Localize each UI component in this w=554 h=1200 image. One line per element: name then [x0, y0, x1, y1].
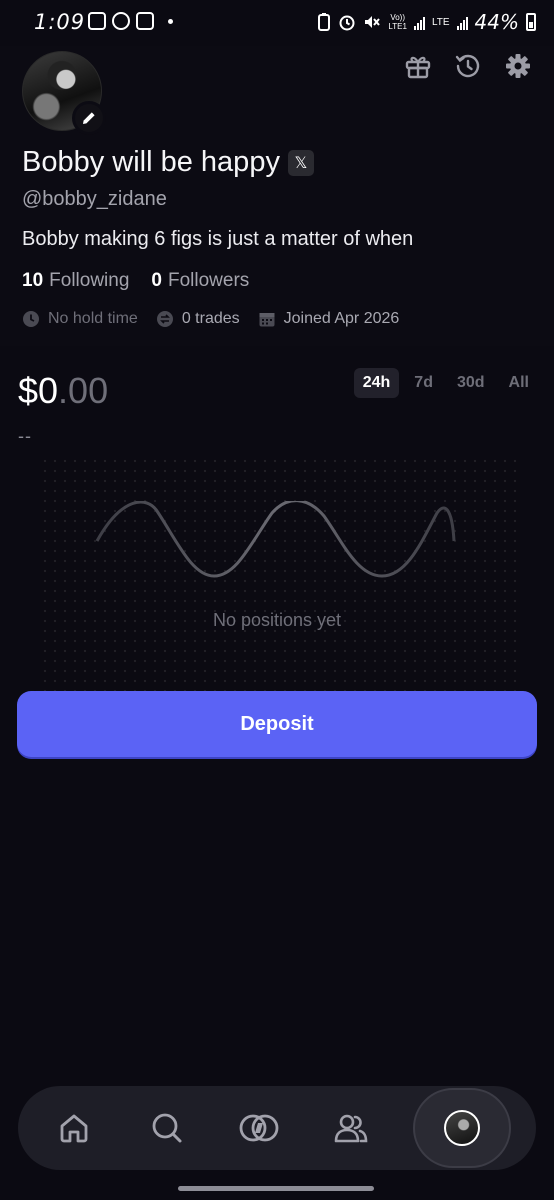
header-actions	[404, 52, 532, 80]
status-bar: 1:09 Vo)) LTE1 LTE 44%	[0, 0, 554, 46]
x-link-badge[interactable]: 𝕏	[287, 149, 314, 176]
range-7d[interactable]: 7d	[405, 368, 442, 398]
range-all[interactable]: All	[500, 368, 538, 398]
volte-label: Vo)) LTE1	[388, 13, 407, 31]
followers-count: 0	[151, 270, 162, 291]
history-icon	[455, 54, 480, 78]
portfolio-section: $0.00 -- 24h 7d 30d All No positions yet…	[0, 346, 554, 1200]
nav-profile[interactable]	[412, 1088, 511, 1168]
swap-icon	[156, 311, 173, 327]
settings-button[interactable]	[504, 52, 532, 80]
gear-icon	[506, 54, 530, 78]
nav-social[interactable]	[320, 1097, 382, 1159]
signal-icon	[413, 14, 425, 30]
history-button[interactable]	[454, 52, 482, 80]
home-icon	[60, 1114, 88, 1143]
whatsapp-icon	[112, 12, 130, 30]
trades-stat: 0 trades	[156, 310, 240, 328]
balance-main: $0	[18, 370, 59, 411]
joined-stat: Joined Apr 2026	[258, 310, 400, 328]
following-link[interactable]: 10 Following	[22, 270, 129, 292]
follow-stats: 10 Following 0 Followers	[22, 270, 249, 292]
gift-button[interactable]	[404, 52, 432, 80]
gift-icon	[405, 56, 431, 79]
empty-chart-wave	[95, 501, 456, 578]
name-row: Bobby will be happy 𝕏	[22, 146, 314, 179]
hold-time-text: No hold time	[48, 310, 138, 327]
profile-header: Bobby will be happy 𝕏 @bobby_zidane Bobb…	[0, 46, 554, 346]
clock-icon	[23, 311, 39, 327]
nav-home[interactable]	[43, 1097, 105, 1159]
user-handle: @bobby_zidane	[22, 188, 167, 210]
profile-avatar-container[interactable]	[22, 51, 106, 135]
trades-text: 0 trades	[181, 310, 240, 327]
status-time: 1:09	[34, 10, 86, 34]
battery-icon	[526, 13, 536, 31]
hold-time-stat: No hold time	[22, 310, 138, 328]
followers-link[interactable]: 0 Followers	[151, 270, 249, 292]
profile-meta: No hold time 0 trades Joined Apr 2026	[22, 310, 399, 328]
nav-trade[interactable]	[228, 1097, 290, 1159]
alarm-icon	[339, 15, 355, 31]
empty-positions-text: No positions yet	[212, 610, 342, 630]
status-notification-icons	[88, 12, 173, 30]
display-name: Bobby will be happy	[22, 146, 280, 178]
following-label: Following	[49, 270, 130, 291]
time-range-selector: 24h 7d 30d All	[353, 368, 538, 398]
range-24h[interactable]: 24h	[353, 368, 400, 398]
pencil-icon	[83, 112, 95, 124]
battery-percent: 44%	[474, 10, 519, 34]
range-30d[interactable]: 30d	[448, 368, 494, 398]
followers-label: Followers	[167, 270, 250, 291]
user-bio: Bobby making 6 figs is just a matter of …	[22, 228, 414, 250]
edit-avatar-button[interactable]	[72, 101, 106, 135]
signal-icon-2	[456, 14, 468, 30]
portfolio-balance: $0.00	[18, 370, 108, 412]
battery-saver-icon	[318, 13, 331, 31]
nav-search[interactable]	[136, 1097, 198, 1159]
bottom-nav	[18, 1086, 536, 1170]
home-indicator[interactable]	[178, 1186, 374, 1191]
joined-text: Joined Apr 2026	[283, 310, 400, 327]
gallery-icon	[88, 12, 106, 30]
balance-cents: .00	[58, 370, 109, 411]
instagram-icon	[136, 12, 154, 30]
search-icon	[152, 1113, 182, 1143]
following-count: 10	[22, 270, 44, 291]
trade-icon	[239, 1114, 279, 1142]
profile-avatar-nav	[443, 1110, 480, 1146]
social-icon	[335, 1114, 368, 1143]
deposit-button[interactable]: Deposit	[17, 691, 537, 757]
balance-change: --	[18, 426, 32, 446]
status-system-icons: Vo)) LTE1 LTE 44%	[317, 10, 536, 34]
calendar-icon	[259, 313, 275, 327]
more-notifications-icon	[168, 18, 173, 24]
lte-label: LTE	[431, 16, 450, 28]
app-root: 1:09 Vo)) LTE1 LTE 44% Bobby will be hap…	[0, 0, 554, 1200]
mute-icon	[365, 16, 381, 28]
